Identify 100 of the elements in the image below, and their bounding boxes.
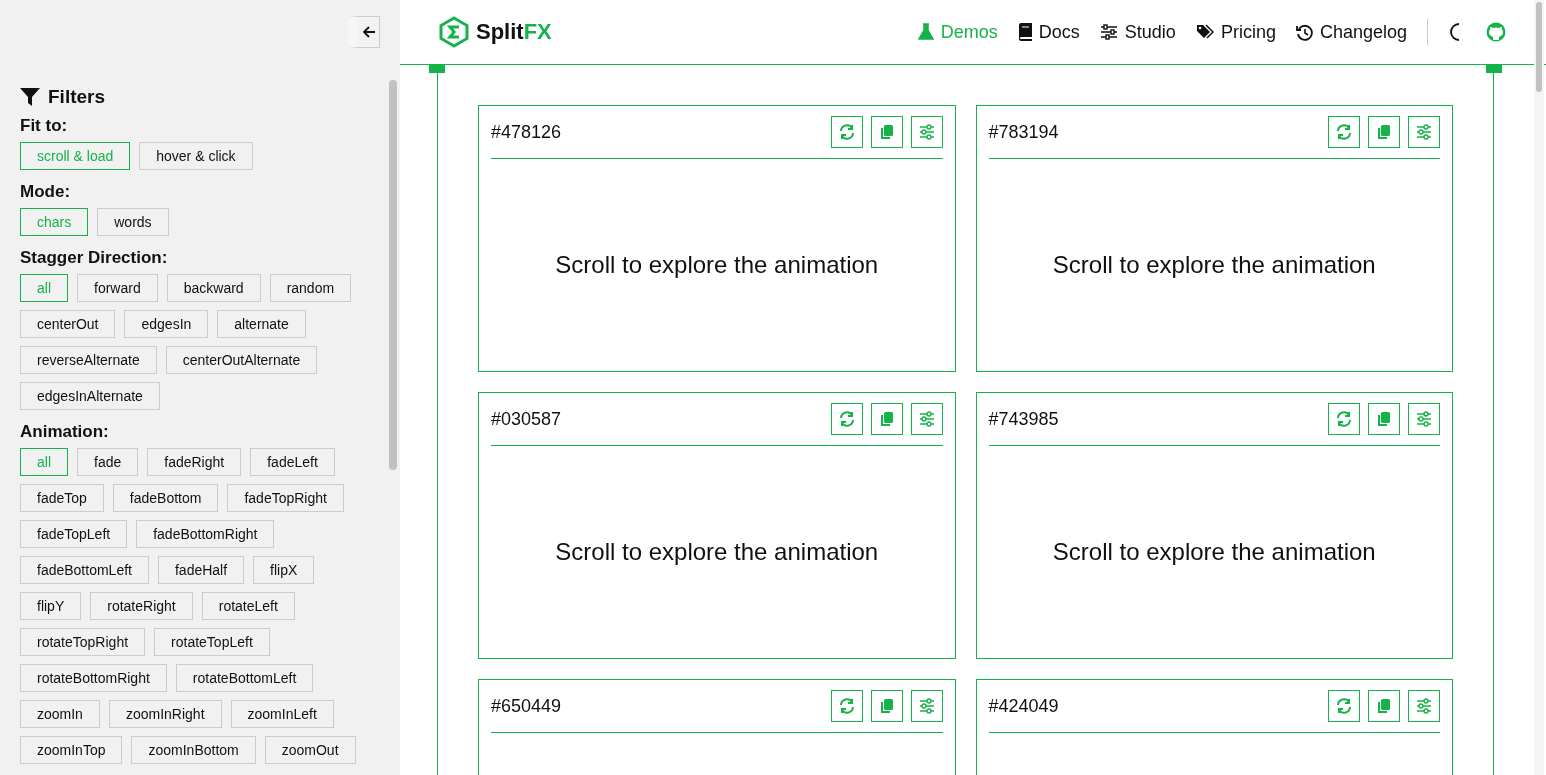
refresh-button[interactable] bbox=[830, 403, 863, 435]
filter-option[interactable]: zoomInBottom bbox=[131, 736, 256, 764]
filter-option[interactable]: rotateTopLeft bbox=[154, 628, 270, 656]
filter-option[interactable]: fadeTopRight bbox=[227, 484, 344, 512]
copy-button[interactable] bbox=[1368, 116, 1400, 148]
settings-button[interactable] bbox=[910, 116, 943, 148]
settings-button[interactable] bbox=[910, 690, 943, 722]
refresh-icon bbox=[838, 124, 855, 140]
card-message: Scroll to explore the animation bbox=[555, 251, 879, 279]
filter-option[interactable]: random bbox=[269, 274, 352, 302]
nav-link[interactable]: Docs bbox=[1017, 21, 1080, 43]
settings-button[interactable] bbox=[1408, 690, 1440, 722]
copy-button[interactable] bbox=[870, 403, 903, 435]
filter-option[interactable]: centerOut bbox=[20, 310, 116, 338]
filter-option[interactable]: fadeBottomLeft bbox=[20, 556, 149, 584]
filter-option[interactable]: zoomInRight bbox=[108, 700, 222, 728]
brand-accent: FX bbox=[523, 19, 552, 45]
copy-icon bbox=[1376, 411, 1392, 427]
filter-option[interactable]: fade bbox=[77, 448, 139, 476]
refresh-icon bbox=[1336, 411, 1352, 427]
filter-option[interactable]: words bbox=[97, 208, 169, 236]
copy-button[interactable] bbox=[870, 116, 903, 148]
history-icon bbox=[1295, 23, 1313, 41]
filter-option[interactable]: edgesIn bbox=[124, 310, 209, 338]
filter-option[interactable]: zoomIn bbox=[20, 700, 100, 728]
filter-option[interactable]: rotateLeft bbox=[201, 592, 295, 620]
filter-option[interactable]: fadeTop bbox=[20, 484, 104, 512]
sliders-icon bbox=[918, 698, 935, 714]
filter-option[interactable]: flipX bbox=[253, 556, 315, 584]
card-id: #783194 bbox=[988, 121, 1059, 143]
filter-option[interactable]: rotateBottomRight bbox=[20, 664, 167, 692]
refresh-button[interactable] bbox=[1328, 403, 1360, 435]
copy-button[interactable] bbox=[870, 690, 903, 722]
filter-option[interactable]: zoomInLeft bbox=[230, 700, 334, 728]
nav-link[interactable]: Changelog bbox=[1295, 21, 1407, 43]
settings-button[interactable] bbox=[1408, 116, 1440, 148]
arrow-left-icon bbox=[361, 25, 376, 39]
flask-icon bbox=[917, 23, 934, 41]
filter-option[interactable]: fadeBottom bbox=[112, 484, 219, 512]
copy-icon bbox=[1376, 698, 1392, 714]
refresh-button[interactable] bbox=[1328, 116, 1360, 148]
nav-link[interactable]: Studio bbox=[1099, 21, 1176, 43]
tags-icon bbox=[1195, 24, 1214, 40]
card-id: #030587 bbox=[491, 408, 562, 430]
filter-option[interactable]: fadeLeft bbox=[250, 448, 335, 476]
settings-button[interactable] bbox=[910, 403, 943, 435]
refresh-icon bbox=[838, 698, 855, 714]
filter-option[interactable]: reverseAlternate bbox=[20, 346, 157, 374]
filter-option[interactable]: hover & click bbox=[139, 142, 253, 170]
card-id: #424049 bbox=[988, 695, 1059, 717]
github-icon[interactable] bbox=[1486, 22, 1506, 42]
filter-group-label: Fit to: bbox=[20, 116, 69, 136]
filter-option[interactable]: rotateTopRight bbox=[20, 628, 146, 656]
filter-option[interactable]: fadeRight bbox=[147, 448, 242, 476]
brand-name: Split bbox=[476, 19, 524, 45]
sliders-icon bbox=[918, 411, 935, 427]
card-message: Scroll to explore the animation bbox=[555, 538, 879, 566]
card-id: #650449 bbox=[491, 695, 562, 717]
card-id: #478126 bbox=[491, 121, 562, 143]
card-message: Scroll to explore the animation bbox=[1052, 251, 1376, 279]
book-icon bbox=[1017, 23, 1032, 41]
filter-option[interactable]: rotateRight bbox=[90, 592, 193, 620]
filter-option[interactable]: rotateBottomLeft bbox=[175, 664, 314, 692]
filter-option[interactable]: fadeHalf bbox=[157, 556, 245, 584]
refresh-icon bbox=[838, 411, 855, 427]
filters-title: Filters bbox=[48, 86, 106, 108]
filter-group-label: Mode: bbox=[20, 182, 72, 202]
filter-option[interactable]: backward bbox=[166, 274, 261, 302]
filter-group-label: Animation: bbox=[20, 422, 110, 442]
copy-icon bbox=[878, 124, 895, 140]
filter-option[interactable]: flipY bbox=[20, 592, 82, 620]
filter-option[interactable]: zoomInTop bbox=[20, 736, 123, 764]
logo-icon bbox=[438, 16, 470, 48]
sliders-icon bbox=[1416, 698, 1432, 714]
collapse-button[interactable] bbox=[348, 16, 380, 48]
filter-option[interactable]: edgesInAlternate bbox=[20, 382, 160, 410]
nav-link[interactable]: Pricing bbox=[1195, 21, 1276, 43]
card-message: Scroll to explore the animation bbox=[1052, 538, 1376, 566]
refresh-icon bbox=[1336, 124, 1352, 140]
sliders-icon bbox=[1416, 411, 1432, 427]
sliders-icon bbox=[1416, 124, 1432, 140]
filter-option[interactable]: forward bbox=[77, 274, 158, 302]
scrollbar[interactable] bbox=[1534, 0, 1544, 775]
filter-option[interactable]: fadeTopLeft bbox=[20, 520, 128, 548]
filter-option[interactable]: zoomOut bbox=[264, 736, 356, 764]
settings-button[interactable] bbox=[1408, 403, 1440, 435]
sliders-icon bbox=[1099, 24, 1118, 40]
filter-option[interactable]: alternate bbox=[217, 310, 306, 338]
card-id: #743985 bbox=[988, 408, 1059, 430]
filter-option[interactable]: centerOutAlternate bbox=[165, 346, 318, 374]
sliders-icon bbox=[918, 124, 935, 140]
filter-option[interactable]: fadeBottomRight bbox=[136, 520, 275, 548]
refresh-button[interactable] bbox=[830, 116, 863, 148]
filter-icon bbox=[20, 88, 40, 106]
refresh-button[interactable] bbox=[830, 690, 863, 722]
filter-group-label: Stagger Direction: bbox=[20, 248, 169, 268]
copy-icon bbox=[878, 411, 895, 427]
copy-button[interactable] bbox=[1368, 403, 1400, 435]
copy-button[interactable] bbox=[1368, 690, 1400, 722]
refresh-button[interactable] bbox=[1328, 690, 1360, 722]
